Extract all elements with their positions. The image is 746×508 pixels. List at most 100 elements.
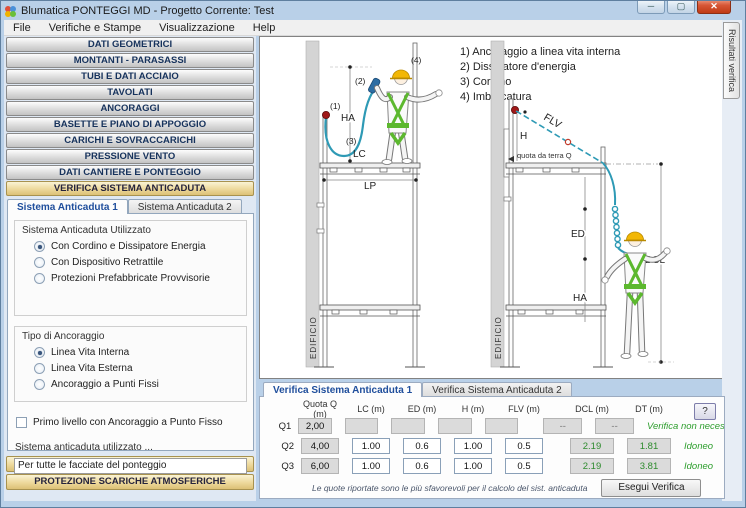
ha-label: HA	[341, 113, 355, 124]
right-strip: Risultati verifica	[722, 20, 742, 501]
group-tipo-ancoraggio: Tipo di Ancoraggio Linea Vita Interna Li…	[14, 326, 247, 402]
chain-icon	[612, 206, 620, 247]
radio-con-dispositivo-retrattile[interactable]: Con Dispositivo Retrattile	[34, 257, 239, 268]
row-label: Q1	[272, 421, 291, 432]
maximize-button[interactable]: ▢	[667, 0, 695, 14]
building-label: EDIFICIO	[494, 316, 503, 359]
anchor-label: (1)	[330, 101, 341, 111]
standing-worker: (4)	[377, 55, 442, 165]
nav-dati-cantiere-ponteggio[interactable]: DATI CANTIERE E PONTEGGIO	[6, 165, 254, 180]
h-input[interactable]: 1.00	[454, 458, 492, 474]
radio-icon[interactable]	[34, 347, 45, 358]
nav-ancoraggi[interactable]: ANCORAGGI	[6, 101, 254, 116]
radio-icon[interactable]	[34, 257, 45, 268]
menu-verifiche-e-stampe[interactable]: Verifiche e Stampe	[40, 21, 150, 35]
sidebar: DATI GEOMETRICI MONTANTI - PARASASSI TUB…	[4, 36, 256, 501]
esegui-verifica-button[interactable]: Esegui Verifica	[601, 479, 701, 497]
dcl-value: 2.19	[570, 458, 614, 474]
title-bar[interactable]: Blumatica PONTEGGI MD - Progetto Corrent…	[4, 3, 742, 19]
ed-input[interactable]: 0.6	[403, 438, 441, 454]
lc-input	[345, 418, 379, 434]
menu-help[interactable]: Help	[244, 21, 285, 35]
dt-value: 1.81	[627, 438, 671, 454]
menu-file[interactable]: File	[4, 21, 40, 35]
verify-panel: Verifica Sistema Anticaduta 1 Verifica S…	[259, 382, 725, 502]
flv-input	[485, 418, 519, 434]
right-scaffold: EDIFICIO	[491, 41, 674, 367]
flv-input[interactable]: 0.5	[505, 458, 543, 474]
col-dt: DT (m)	[627, 404, 671, 414]
nav-pressione-vento[interactable]: PRESSIONE VENTO	[6, 149, 254, 164]
left-scaffold: EDIFICIO	[306, 41, 442, 367]
window-title: Blumatica PONTEGGI MD - Progetto Corrent…	[21, 5, 274, 17]
dt-value: 3.81	[627, 458, 671, 474]
lc-input[interactable]: 1.00	[352, 438, 390, 454]
protezione-scariche-atmosferiche-button[interactable]: PROTEZIONE SCARICHE ATMOSFERICHE	[6, 474, 254, 490]
checkbox-primo-livello[interactable]: Primo livello con Ancoraggio a Punto Fis…	[16, 417, 247, 428]
table-row-q3: Q3 6,00 1.00 0.6 1.00 0.5 2.19 3.81 Idon…	[272, 456, 724, 476]
harness-label: (4)	[411, 55, 422, 65]
table-row-q2: Q2 4,00 1.00 0.6 1.00 0.5 2.19 1.81 Idon…	[272, 436, 724, 456]
checkbox-icon[interactable]	[16, 417, 27, 428]
dcl-value: --	[543, 418, 582, 434]
nav-basette-piano-appoggio[interactable]: BASETTE E PIANO DI APPOGGIO	[6, 117, 254, 132]
flv-input[interactable]: 0.5	[505, 438, 543, 454]
radio-con-cordino-dissipatore[interactable]: Con Cordino e Dissipatore Energia	[34, 241, 239, 252]
ed-label: ED	[571, 229, 585, 240]
sistema-tab-panel: Sistema Anticaduta Utilizzato Con Cordin…	[7, 213, 254, 451]
quota-value: 4,00	[301, 438, 339, 454]
tab-sistema-anticaduta-2[interactable]: Sistema Anticaduta 2	[128, 199, 242, 214]
risultati-verifica-tab[interactable]: Risultati verifica	[723, 22, 740, 99]
ed-input[interactable]: 0.6	[403, 458, 441, 474]
helmet-icon	[627, 232, 644, 240]
verify-tabs: Verifica Sistema Anticaduta 1 Verifica S…	[263, 382, 725, 397]
radio-ancoraggio-punti-fissi[interactable]: Ancoraggio a Punti Fissi	[34, 379, 239, 390]
building-label: EDIFICIO	[309, 316, 318, 359]
nav-tavolati[interactable]: TAVOLATI	[6, 85, 254, 100]
col-flv: FLV (m)	[505, 404, 543, 414]
radio-icon[interactable]	[34, 273, 45, 284]
anchor-point-icon	[322, 111, 329, 118]
minimize-button[interactable]: ─	[637, 0, 665, 14]
app-window: Blumatica PONTEGGI MD - Progetto Corrent…	[0, 0, 746, 508]
verify-footer: Le quote riportate sono le più sfavorevo…	[272, 479, 724, 497]
row-label: Q3	[272, 461, 294, 472]
status-text: Idoneo	[684, 441, 713, 452]
help-button[interactable]: ?	[694, 403, 716, 420]
app-icon	[4, 5, 17, 18]
group-sistema-anticaduta-utilizzato: Sistema Anticaduta Utilizzato Con Cordin…	[14, 220, 247, 316]
legend-line-1: 1) Ancoraggio a linea vita interna	[460, 46, 621, 58]
radio-icon[interactable]	[34, 379, 45, 390]
nav-montanti-parasassi[interactable]: MONTANTI - PARASASSI	[6, 53, 254, 68]
lc-input[interactable]: 1.00	[352, 458, 390, 474]
h-input	[438, 418, 472, 434]
col-dcl: DCL (m)	[570, 404, 614, 414]
sistema-utilizzato-input[interactable]	[14, 458, 247, 474]
ed-input	[391, 418, 425, 434]
diagram-panel: 1) Ancoraggio a linea vita interna 2) Di…	[259, 36, 725, 379]
footnote: Le quote riportate sono le più sfavorevo…	[312, 483, 587, 493]
verify-table: ? Quota Q (m) LC (m) ED (m) H (m) FLV (m…	[259, 396, 725, 499]
tab-verifica-sistema-anticaduta-1[interactable]: Verifica Sistema Anticaduta 1	[263, 382, 422, 397]
radio-icon[interactable]	[34, 241, 45, 252]
sistema-utilizzato-label: Sistema anticaduta utilizzato ...	[15, 442, 247, 453]
menu-visualizzazione[interactable]: Visualizzazione	[150, 21, 244, 35]
dcl-value: 2.19	[570, 438, 614, 454]
quota-da-terra-label: quota da terra Q	[517, 151, 572, 160]
radio-icon[interactable]	[34, 363, 45, 374]
tab-sistema-anticaduta-1[interactable]: Sistema Anticaduta 1	[7, 199, 128, 214]
tab-verifica-sistema-anticaduta-2[interactable]: Verifica Sistema Anticaduta 2	[422, 382, 572, 397]
close-button[interactable]: ✕	[697, 0, 731, 14]
nav-carichi-sovraccarichi[interactable]: CARICHI E SOVRACCARICHI	[6, 133, 254, 148]
nav-verifica-sistema-anticaduta[interactable]: VERIFICA SISTEMA ANTICADUTA	[6, 181, 254, 196]
col-ed: ED (m)	[403, 404, 441, 414]
row-label: Q2	[272, 441, 294, 452]
h-label: H	[520, 131, 527, 142]
radio-protezioni-prefabbricate[interactable]: Protezioni Prefabbricate Provvisorie	[34, 273, 239, 284]
nav-tubi-dati-acciaio[interactable]: TUBI E DATI ACCIAIO	[6, 69, 254, 84]
nav-dati-geometrici[interactable]: DATI GEOMETRICI	[6, 37, 254, 52]
radio-linea-vita-esterna[interactable]: Linea Vita Esterna	[34, 363, 239, 374]
group-title: Sistema Anticaduta Utilizzato	[22, 225, 239, 236]
radio-linea-vita-interna[interactable]: Linea Vita Interna	[34, 347, 239, 358]
h-input[interactable]: 1.00	[454, 438, 492, 454]
